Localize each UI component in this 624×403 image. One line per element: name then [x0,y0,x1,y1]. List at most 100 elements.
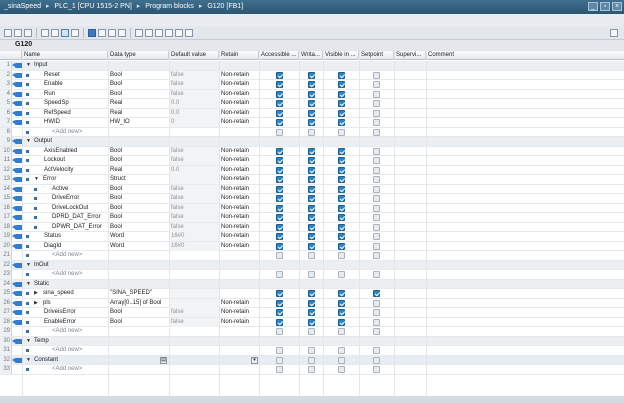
default-value-cell[interactable]: false [169,317,219,327]
retain-cell[interactable]: Non-retain [219,185,259,194]
table-row[interactable]: 20 DiagId Word 16#0 Non-retain [0,241,624,251]
table-row[interactable]: 3 Enable Bool false Non-retain [0,80,624,90]
default-value-cell[interactable]: false [169,203,219,213]
visible-checkbox[interactable] [338,71,345,79]
table-row[interactable]: 25 ▶ sina_speed "SINA_SPEED" [0,289,624,299]
minimize-button[interactable]: _ [588,2,598,11]
table-row[interactable]: 26 ▶ pls Array[0..15] of Bool Non-retain [0,298,624,308]
pin-icon[interactable] [610,29,618,37]
writable-checkbox[interactable] [308,147,315,155]
writable-checkbox[interactable] [308,157,315,164]
writable-checkbox[interactable] [308,119,315,126]
table-row[interactable]: 11 Lockout Bool false Non-retain [0,156,624,166]
header-default-value[interactable]: Default value [169,51,219,60]
variable-name[interactable]: Temp [32,337,102,346]
retain-cell[interactable]: Non-retain [219,194,259,203]
add-new-row[interactable]: 23 <Add new> [0,270,624,280]
data-type-cell[interactable]: Bool [108,308,169,317]
table-row[interactable]: 15 DriveError Bool false Non-retain [0,194,624,204]
variable-name[interactable]: RefSpeed [42,109,112,118]
table-row[interactable]: 10 AxisEnabled Bool false Non-retain [0,146,624,156]
header-name[interactable]: Name [22,51,108,60]
default-value-cell[interactable]: false [169,308,219,317]
data-type-cell[interactable]: HW_IO [108,118,169,127]
data-type-cell[interactable]: Real [108,166,169,175]
glasses-monitor-icon[interactable] [175,28,183,37]
accessible-checkbox[interactable] [276,214,283,221]
go-online-icon[interactable] [165,28,173,37]
retain-cell[interactable]: Non-retain [219,118,259,127]
default-value-cell[interactable] [169,289,219,298]
visible-checkbox[interactable] [338,214,345,221]
collapse-arrow-icon[interactable]: ▼ [26,61,31,70]
variable-name[interactable]: Output [32,137,102,146]
retain-cell[interactable]: Non-retain [219,213,259,222]
writable-checkbox[interactable] [308,71,315,79]
table-row[interactable]: 12 ActVelocity Real 0.0 Non-retain [0,165,624,175]
data-type-cell[interactable]: Real [108,99,169,108]
setpoint-checkbox[interactable] [373,119,380,126]
setpoint-checkbox[interactable] [373,90,380,98]
collapse-arrow-icon[interactable]: ▼ [26,280,31,289]
default-value-cell[interactable]: 0.0 [169,165,219,175]
delete-row-icon[interactable] [24,28,32,37]
setpoint-checkbox[interactable] [373,223,380,231]
collapse-arrow-icon[interactable]: ▼ [26,337,31,346]
header-visible[interactable]: Visible in ... [323,51,359,60]
retain-cell[interactable]: Non-retain [219,223,259,232]
add-new-row[interactable]: 8 <Add new> [0,127,624,137]
retain-cell[interactable]: Non-retain [219,109,259,118]
accessible-checkbox[interactable] [276,81,283,88]
visible-checkbox[interactable] [338,166,345,174]
retain-cell[interactable]: Non-retain [219,299,259,308]
writable-checkbox[interactable] [308,214,315,221]
default-value-cell[interactable]: false [169,89,219,99]
table-row[interactable]: 13 ▼ Error Struct Non-retain [0,175,624,185]
data-type-cell[interactable]: Bool [108,204,169,213]
visible-checkbox[interactable] [338,223,345,231]
variable-name[interactable]: sina_speed [41,289,111,298]
setpoint-checkbox[interactable] [373,100,380,107]
add-new-row[interactable]: 33 <Add new> [0,365,624,375]
default-value-cell[interactable]: false [169,184,219,194]
header-writable[interactable]: Writa... [299,51,323,60]
accessible-checkbox[interactable] [276,318,283,326]
default-value-cell[interactable]: 16#0 [169,232,219,241]
setpoint-checkbox[interactable] [373,195,380,202]
visible-checkbox[interactable] [338,242,345,250]
table-row[interactable]: 28 EnableError Bool false Non-retain [0,317,624,327]
visible-checkbox[interactable] [338,81,345,88]
data-type-cell[interactable]: Real [108,109,169,118]
variable-name[interactable]: Lockout [42,156,112,165]
variable-name[interactable]: Status [42,232,112,241]
setpoint-checkbox[interactable] [373,204,380,212]
header-data-type[interactable]: Data type [108,51,169,60]
data-type-cell[interactable]: "SINA_SPEED" [108,289,169,298]
table-row[interactable]: 16 DriveLockOut Bool false Non-retain [0,203,624,213]
variable-name[interactable]: SpeedSp [42,99,112,108]
retain-cell[interactable]: Non-retain [219,156,259,165]
header-comment[interactable]: Comment [426,51,624,60]
accessible-checkbox[interactable] [276,90,283,98]
section-row[interactable]: 1 ▼ Input [0,61,624,71]
visible-checkbox[interactable] [338,100,345,107]
retain-dropdown-icon[interactable]: ▾ [251,356,258,364]
retain-cell[interactable]: Non-retain [219,308,259,317]
close-button[interactable]: × [612,2,622,11]
writable-checkbox[interactable] [308,185,315,193]
accessible-checkbox[interactable] [276,233,283,240]
setpoint-checkbox[interactable] [373,109,380,117]
table-row[interactable]: 4 Run Bool false Non-retain [0,89,624,99]
maximize-button[interactable]: ▫ [600,2,610,11]
retain-cell[interactable]: Non-retain [219,232,259,241]
table-row[interactable]: 27 DriveisError Bool false Non-retain [0,308,624,318]
visible-checkbox[interactable] [338,233,345,240]
add-row-icon[interactable] [14,28,22,37]
setpoint-checkbox[interactable] [373,309,380,316]
copy-snapshot-icon[interactable] [98,28,106,37]
accessible-checkbox[interactable] [276,223,283,231]
crumb-plc[interactable]: PLC_1 [CPU 1515-2 PN] [54,3,131,10]
variable-name[interactable]: ActVelocity [42,166,112,175]
variable-name[interactable]: Static [32,280,102,289]
add-new-row[interactable]: 31 <Add new> [0,346,624,356]
